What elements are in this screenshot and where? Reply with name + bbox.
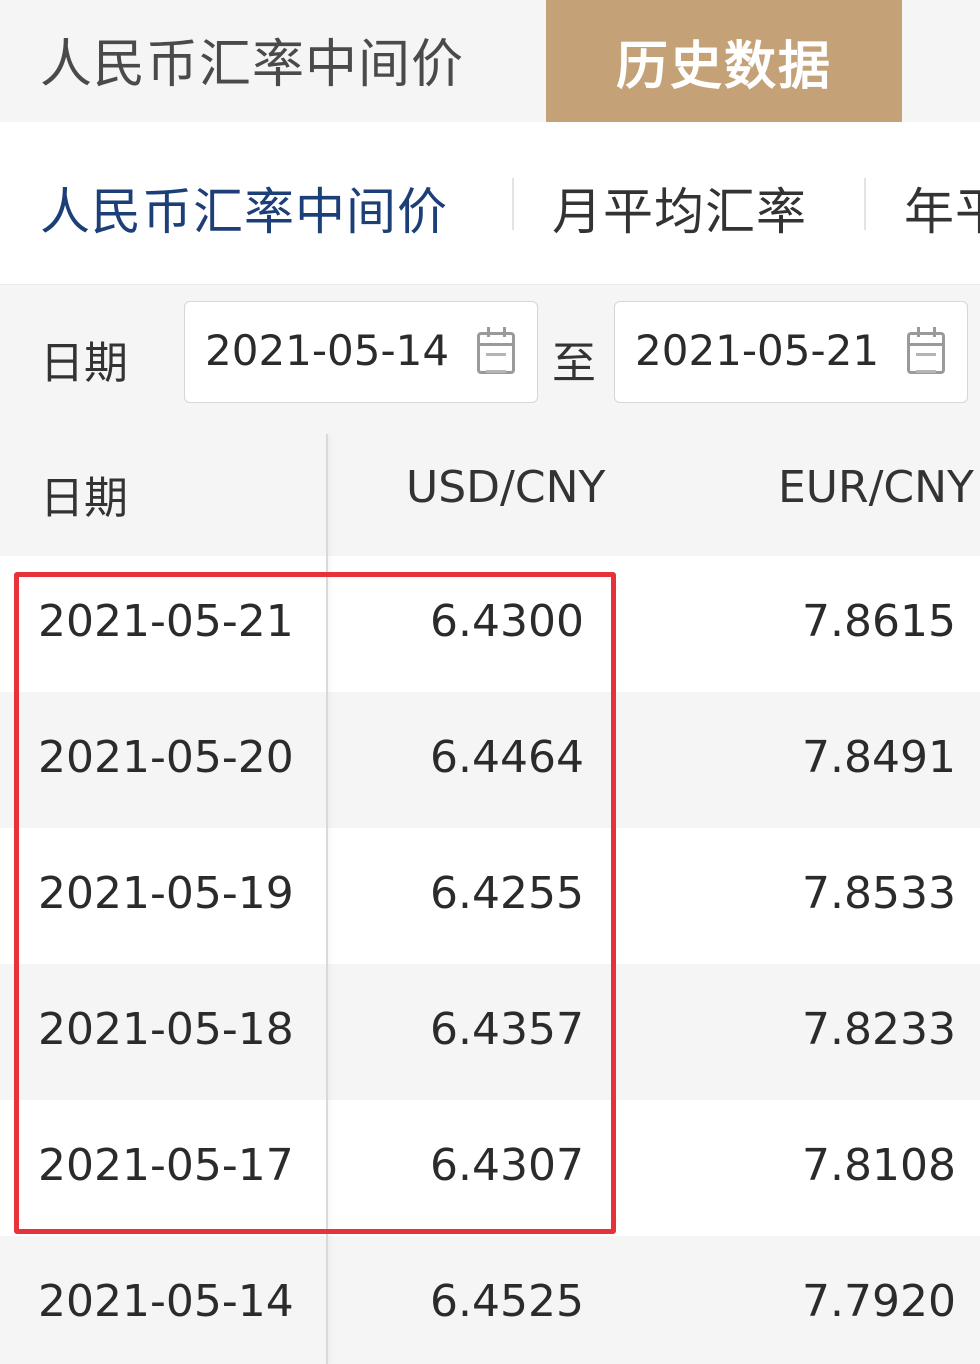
date-range-separator: 至	[552, 338, 596, 389]
table-row: 2021-05-18 6.4357 7.8233	[0, 964, 980, 1100]
table-row: 2021-05-21 6.4300 7.8615	[0, 556, 980, 692]
cell-usd-cny: 6.4300	[430, 596, 584, 647]
end-date-value: 2021-05-21	[635, 326, 880, 375]
subnav-divider	[512, 178, 514, 230]
subnav-item-midrate[interactable]: 人民币汇率中间价	[40, 172, 448, 244]
cell-usd-cny: 6.4307	[430, 1140, 584, 1191]
frozen-column-divider	[326, 434, 328, 1364]
end-date-input[interactable]: 2021-05-21	[614, 301, 968, 403]
calendar-icon[interactable]	[907, 327, 945, 374]
cell-date: 2021-05-19	[38, 868, 294, 919]
cell-date: 2021-05-18	[38, 1004, 294, 1055]
column-header-date: 日期	[40, 473, 128, 524]
cell-eur-cny: 7.8533	[802, 868, 956, 919]
cell-usd-cny: 6.4525	[430, 1276, 584, 1327]
cell-date: 2021-05-17	[38, 1140, 294, 1191]
tab-history-data[interactable]: 历史数据	[546, 0, 902, 122]
table-row: 2021-05-19 6.4255 7.8533	[0, 828, 980, 964]
start-date-input[interactable]: 2021-05-14	[184, 301, 538, 403]
subnav-item-yearly-avg[interactable]: 年平	[904, 172, 980, 244]
cell-usd-cny: 6.4255	[430, 868, 584, 919]
table-header: 日期 USD/CNY EUR/CNY	[0, 424, 980, 556]
column-header-usd: USD/CNY	[406, 462, 606, 513]
cell-eur-cny: 7.8108	[802, 1140, 956, 1191]
start-date-value: 2021-05-14	[205, 326, 450, 375]
subnav-divider	[864, 178, 866, 230]
cell-eur-cny: 7.8233	[802, 1004, 956, 1055]
cell-date: 2021-05-14	[38, 1276, 294, 1327]
exchange-rate-table: 日期 USD/CNY EUR/CNY 2021-05-21 6.4300 7.8…	[0, 424, 980, 1364]
cell-date: 2021-05-21	[38, 596, 294, 647]
date-filter-label: 日期	[40, 338, 128, 389]
subnav-item-monthly-avg[interactable]: 月平均汇率	[552, 172, 807, 244]
sub-navigation: 人民币汇率中间价 月平均汇率 年平	[0, 122, 980, 284]
top-header: 人民币汇率中间价 历史数据	[0, 0, 980, 122]
cell-date: 2021-05-20	[38, 732, 294, 783]
table-row: 2021-05-20 6.4464 7.8491	[0, 692, 980, 828]
cell-usd-cny: 6.4357	[430, 1004, 584, 1055]
cell-eur-cny: 7.8491	[802, 732, 956, 783]
date-filter: 日期 2021-05-14 至 2021-05-21	[0, 284, 980, 424]
table-row: 2021-05-17 6.4307 7.8108	[0, 1100, 980, 1236]
calendar-icon[interactable]	[477, 327, 515, 374]
cell-eur-cny: 7.8615	[802, 596, 956, 647]
cell-usd-cny: 6.4464	[430, 732, 584, 783]
column-header-eur: EUR/CNY	[778, 462, 974, 513]
header-right-area	[902, 0, 980, 122]
table-row: 2021-05-14 6.4525 7.7920	[0, 1236, 980, 1364]
page-title: 人民币汇率中间价	[40, 35, 465, 95]
cell-eur-cny: 7.7920	[802, 1276, 956, 1327]
